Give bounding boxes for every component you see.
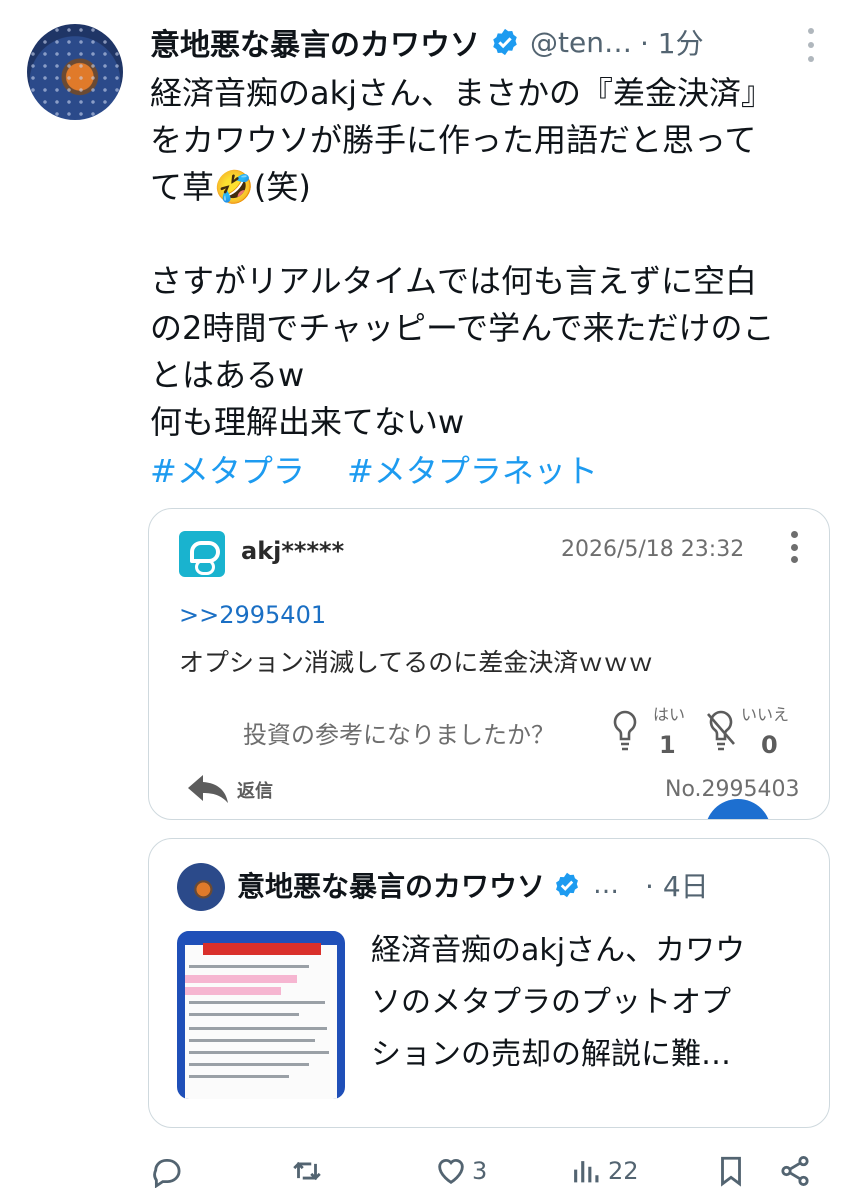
tweet-body-line: さすがリアルタイムでは何も言えずに空白 [150, 262, 758, 300]
verified-badge-icon [556, 872, 578, 898]
embed-message: オプション消滅してるのに差金決済ｗｗｗ [179, 648, 654, 677]
retweet-button[interactable] [290, 1154, 324, 1188]
comment-icon [153, 1158, 181, 1188]
action-bar: 3 22 [0, 1148, 859, 1196]
views-icon [574, 1161, 599, 1183]
timestamp[interactable]: · 1分 [640, 22, 704, 62]
views-button[interactable]: 22 [570, 1154, 639, 1188]
tweet-body-line [150, 211, 830, 258]
like-count: 3 [472, 1157, 488, 1185]
tweet-body-line: の2時間でチャッピーで学んで来ただけのこ [150, 309, 775, 347]
vote-yes-label: はい [653, 705, 686, 724]
handle[interactable]: @ten… [530, 26, 632, 59]
vote-no-label: いいえ [741, 705, 790, 724]
tweet-body-line: 何も理解出来てないw [150, 403, 465, 441]
more-icon[interactable] [806, 28, 816, 62]
avatar[interactable] [27, 24, 123, 120]
quoted-timestamp: · 4日 [645, 870, 709, 903]
quoted-text-line: ソのメタプラのプットオプ [371, 985, 731, 1020]
quoted-header: 意地悪な暴言のカワウソ … · 4日 [237, 865, 709, 905]
like-button[interactable]: 3 [434, 1154, 487, 1188]
reply-icon [188, 775, 228, 803]
retweet-icon [293, 1161, 321, 1181]
hashtag-link[interactable]: #メタプラ [150, 452, 305, 490]
tweet-body-line: て草🤣(笑) [150, 168, 311, 206]
reply-label: 返信 [237, 781, 273, 802]
tweet-header: 意地悪な暴言のカワウソ @ten… · 1分 [150, 20, 839, 64]
tweet-body: 経済音痴のakjさん、まさかの『差金決済』 をカワウソが勝手に作った用語だと思っ… [150, 70, 830, 446]
more-icon [791, 531, 799, 563]
quoted-thumbnail [177, 931, 345, 1099]
quoted-text-line: 経済音痴のakjさん、カワウ [371, 933, 746, 968]
bookmark-icon [721, 1156, 741, 1187]
vote-no-count: 0 [761, 731, 778, 759]
verified-badge-icon [493, 28, 517, 56]
share-button[interactable] [778, 1154, 812, 1188]
tweet-body-line: をカワウソが勝手に作った用語だと思って [150, 121, 757, 159]
reply-button[interactable] [150, 1154, 184, 1188]
quoted-display-name: 意地悪な暴言のカワウソ [237, 870, 546, 903]
post-number: No.2995403 [665, 777, 800, 802]
app-logo-icon [179, 531, 225, 577]
display-name[interactable]: 意地悪な暴言のカワウソ [150, 20, 480, 64]
view-count: 22 [608, 1157, 639, 1185]
vote-yes-count: 1 [659, 731, 676, 759]
embedded-image[interactable]: akj***** 2026/5/18 23:32 >>2995401 オプション… [148, 508, 830, 820]
floating-action-button [705, 799, 771, 819]
share-icon [781, 1155, 809, 1187]
embed-date: 2026/5/18 23:32 [561, 537, 745, 562]
quoted-tweet[interactable]: 意地悪な暴言のカワウソ … · 4日 経済音痴のakjさん、カワウ ソのメタプラ… [148, 838, 830, 1128]
bulb-off-icon [707, 710, 735, 751]
embed-reference: >>2995401 [179, 601, 327, 629]
tweet-body-line: とはあるw [150, 356, 305, 394]
embed-question: 投資の参考になりましたか？ [243, 721, 555, 749]
quoted-text: 経済音痴のakjさん、カワウ ソのメタプラのプットオプ ションの売却の解説に難… [371, 925, 811, 1081]
bulb-icon [613, 710, 637, 751]
hashtags: #メタプラ #メタプラネット [150, 448, 630, 495]
hashtag-link[interactable]: #メタプラネット [347, 452, 598, 490]
quoted-handle: … [593, 870, 620, 900]
quoted-text-line: ションの売却の解説に難… [371, 1037, 731, 1072]
bookmark-button[interactable] [714, 1154, 748, 1188]
tweet-body-line: 経済音痴のakjさん、まさかの『差金決済』 [150, 74, 774, 112]
like-icon [438, 1159, 464, 1185]
embed-username: akj***** [241, 537, 345, 565]
avatar [177, 863, 225, 911]
